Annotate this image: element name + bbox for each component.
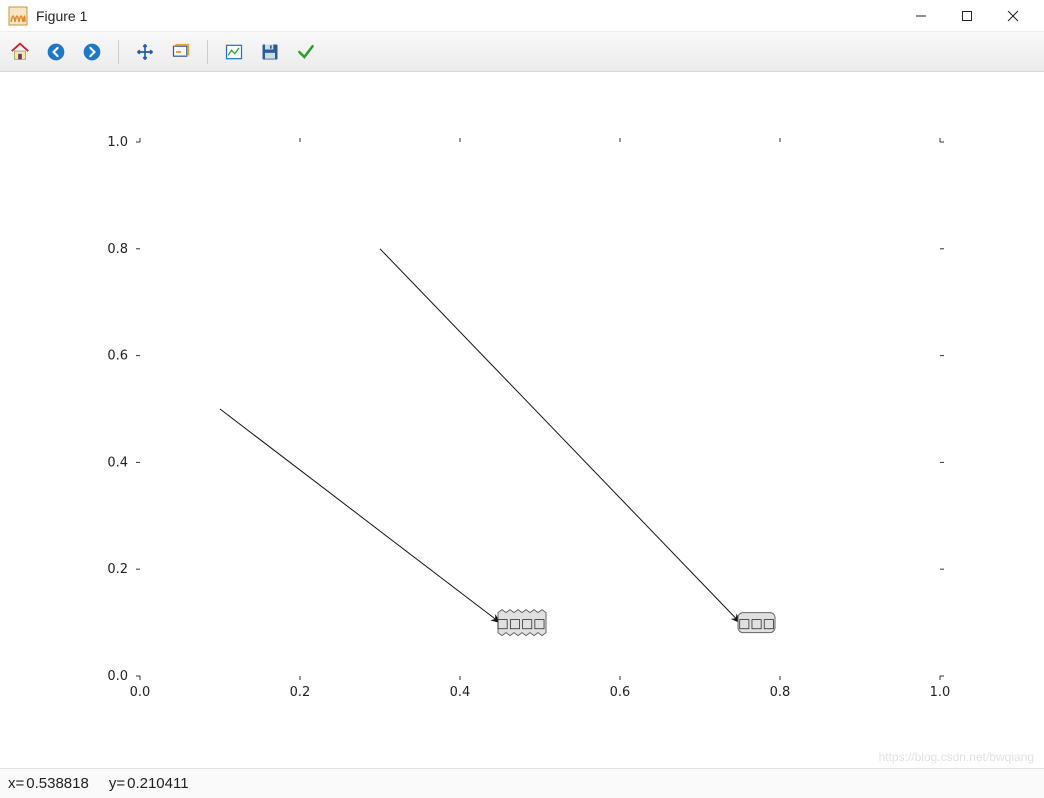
y-tick-label: 0.6 bbox=[107, 349, 128, 364]
subplots-button[interactable] bbox=[222, 40, 246, 64]
y-tick-label: 0.4 bbox=[107, 455, 128, 470]
status-x-value: 0.538818 bbox=[26, 775, 89, 792]
close-button[interactable] bbox=[990, 0, 1036, 32]
annotation-text: □□□□ bbox=[496, 617, 545, 632]
zoom-button[interactable] bbox=[169, 40, 193, 64]
status-y-value: 0.210411 bbox=[127, 775, 188, 792]
y-tick-label: 0.8 bbox=[107, 242, 128, 257]
home-button[interactable] bbox=[8, 40, 32, 64]
toolbar bbox=[0, 32, 1044, 72]
window-title: Figure 1 bbox=[36, 8, 87, 24]
back-button[interactable] bbox=[44, 40, 68, 64]
y-tick-label: 0.2 bbox=[107, 562, 128, 577]
plot-canvas[interactable]: 0.00.20.40.60.81.00.00.20.40.60.81.0□□□□… bbox=[0, 72, 1044, 766]
x-tick-label: 0.2 bbox=[290, 685, 311, 700]
status-y-label: y= bbox=[109, 775, 125, 792]
annotation-arrow bbox=[220, 409, 500, 623]
forward-button[interactable] bbox=[80, 40, 104, 64]
status-x-label: x= bbox=[8, 775, 24, 792]
toolbar-separator bbox=[207, 40, 208, 64]
x-tick-label: 0.4 bbox=[450, 685, 471, 700]
save-button[interactable] bbox=[258, 40, 282, 64]
titlebar: Figure 1 bbox=[0, 0, 1044, 32]
app-icon bbox=[8, 6, 28, 26]
annotation-text: □□□ bbox=[738, 617, 775, 632]
x-tick-label: 1.0 bbox=[930, 685, 951, 700]
x-tick-label: 0.6 bbox=[610, 685, 631, 700]
toolbar-separator bbox=[118, 40, 119, 64]
x-tick-label: 0.0 bbox=[130, 685, 151, 700]
maximize-button[interactable] bbox=[944, 0, 990, 32]
pan-button[interactable] bbox=[133, 40, 157, 64]
y-tick-label: 0.0 bbox=[107, 669, 128, 684]
statusbar: x=0.538818 y=0.210411 bbox=[0, 768, 1044, 798]
minimize-button[interactable] bbox=[898, 0, 944, 32]
y-tick-label: 1.0 bbox=[107, 135, 128, 150]
x-tick-label: 0.8 bbox=[770, 685, 791, 700]
plot-area[interactable]: 0.00.20.40.60.81.00.00.20.40.60.81.0□□□□… bbox=[0, 72, 1044, 766]
annotation-arrow bbox=[380, 249, 740, 623]
ok-button[interactable] bbox=[294, 40, 318, 64]
